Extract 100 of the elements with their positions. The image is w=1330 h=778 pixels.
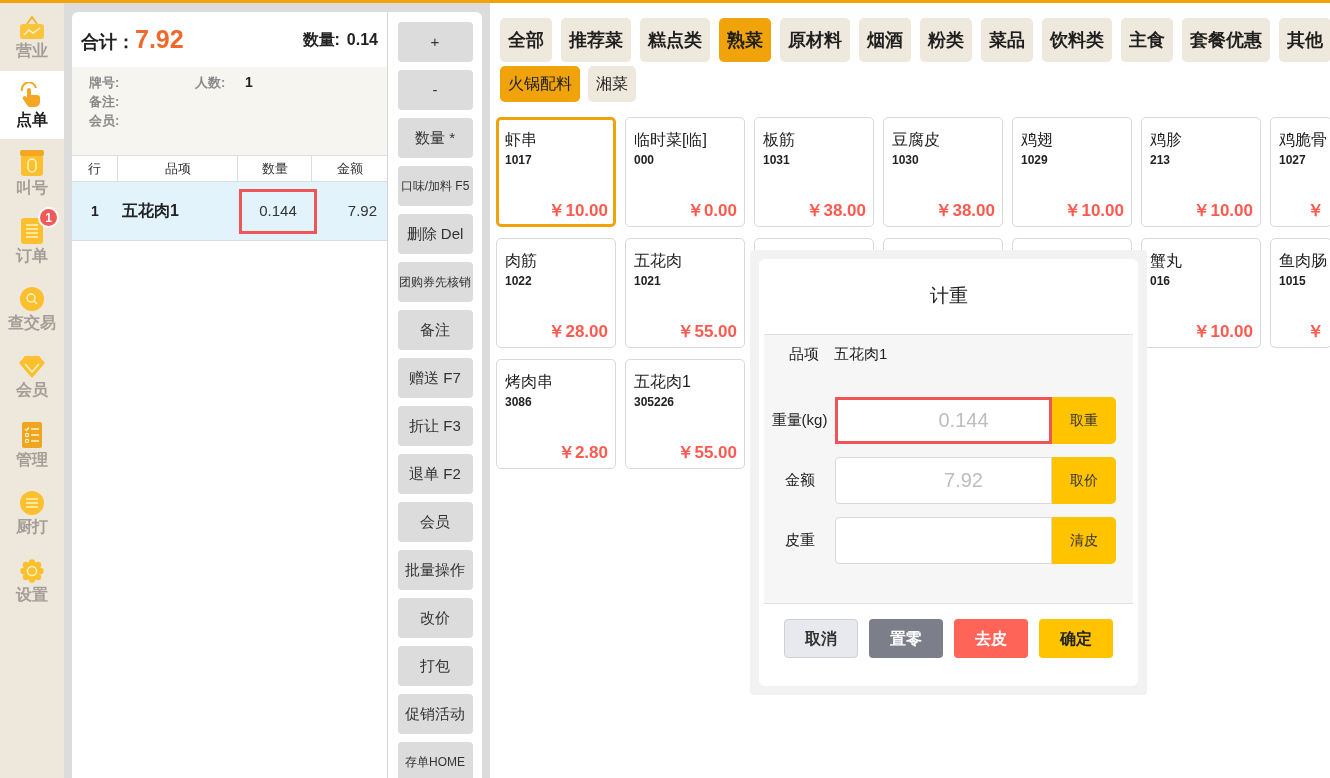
product-card[interactable]: 鱼肉肠 1015 ￥ [1270, 238, 1330, 348]
product-price: ￥ [1307, 321, 1324, 343]
product-price: ￥0.00 [686, 200, 737, 222]
field-action-button[interactable]: 清皮 [1052, 516, 1116, 564]
category-tab[interactable]: 主食 [1121, 18, 1173, 62]
product-code: 3086 [505, 394, 532, 410]
product-price: ￥55.00 [677, 321, 737, 343]
category-tab[interactable]: 其他 [1279, 18, 1330, 62]
product-name: 板筋 [763, 130, 795, 150]
action-button[interactable]: 存单HOME [397, 742, 473, 778]
action-button[interactable]: 改价 [397, 598, 473, 638]
product-code: 305226 [634, 394, 675, 410]
item-name: 五花肉1 [834, 344, 888, 364]
product-name: 烤肉串 [505, 372, 553, 392]
product-code: 1030 [892, 152, 919, 168]
column-header: 品项 [118, 156, 238, 181]
ticket-box-icon [20, 149, 44, 176]
info-value: 1 [245, 73, 253, 92]
info-label: 人数: [195, 74, 227, 92]
product-code: 1021 [634, 273, 661, 289]
product-card[interactable]: 豆腐皮 1030 ￥38.00 [883, 117, 1003, 227]
product-card[interactable]: 鸡翅 1029 ￥10.00 [1012, 117, 1132, 227]
action-button[interactable]: 折让 F3 [397, 406, 473, 446]
category-tab[interactable]: 全部 [500, 18, 552, 62]
category-tab[interactable]: 烟酒 [859, 18, 911, 62]
table-cell-text: 7.92 [346, 200, 378, 221]
field-action-button[interactable]: 取重 [1052, 396, 1116, 444]
product-card[interactable]: 虾串 1017 ￥10.00 [496, 117, 616, 227]
order-row[interactable]: 1 五花肉1 0.144 7.92 [72, 182, 387, 241]
document-icon [21, 217, 43, 244]
product-card[interactable]: 鸡脆骨 1027 ￥ [1270, 117, 1330, 227]
info-label: 牌号: [89, 74, 121, 92]
product-name: 虾串 [505, 130, 537, 150]
product-card[interactable]: 五花肉1 305226 ￥55.00 [625, 359, 745, 469]
action-button[interactable]: 数量 * [397, 118, 473, 158]
field-label: 皮重 [783, 529, 816, 550]
quantity-label: 数量: [302, 29, 340, 50]
action-button[interactable]: 打包 [397, 646, 473, 686]
nav-item[interactable]: 点单 [0, 71, 64, 139]
action-button[interactable]: 赠送 F7 [397, 358, 473, 398]
product-card[interactable]: 临时菜[临] 000 ￥0.00 [625, 117, 745, 227]
product-name: 肉筋 [505, 251, 537, 271]
product-name: 五花肉 [634, 251, 682, 271]
action-button[interactable]: 促销活动 [397, 694, 473, 734]
category-tab[interactable]: 熟菜 [719, 18, 771, 62]
action-button[interactable]: 批量操作 [397, 550, 473, 590]
info-label: 备注: [89, 93, 120, 111]
field-label: 金额 [783, 469, 816, 490]
product-price: ￥38.00 [806, 200, 866, 222]
category-tab[interactable]: 推荐菜 [561, 18, 631, 62]
table-cell-text: 五花肉1 [121, 201, 180, 221]
column-header: 行 [72, 156, 118, 181]
product-card[interactable]: 肉筋 1022 ￥28.00 [496, 238, 616, 348]
action-button[interactable]: 删除 Del [397, 214, 473, 254]
subcategory-tab[interactable]: 火锅配料 [500, 66, 580, 102]
product-card[interactable]: 蟹丸 016 ￥10.00 [1141, 238, 1261, 348]
info-label: 会员: [89, 112, 120, 130]
product-code: 213 [1150, 152, 1171, 168]
field-label: 重量(kg) [770, 409, 829, 430]
column-header: 数量 [238, 156, 312, 181]
reset-zero-button[interactable]: 置零 [869, 619, 943, 658]
category-tab[interactable]: 菜品 [981, 18, 1033, 62]
table-cell: 0.144 [239, 188, 317, 234]
dialog-title: 计重 [929, 284, 968, 309]
action-button[interactable]: 退单 F2 [397, 454, 473, 494]
category-tab[interactable]: 饮料类 [1042, 18, 1112, 62]
item-label: 品项 [789, 344, 819, 364]
product-card[interactable]: 鸡胗 213 ￥10.00 [1141, 117, 1261, 227]
product-price: ￥10.00 [1064, 200, 1124, 222]
input-field[interactable] [835, 516, 1052, 564]
category-tab[interactable]: 粉类 [920, 18, 972, 62]
action-button[interactable]: 备注 [397, 310, 473, 350]
product-card[interactable]: 烤肉串 3086 ￥2.80 [496, 359, 616, 469]
product-code: 1029 [1021, 152, 1048, 168]
product-card[interactable]: 五花肉 1021 ￥55.00 [625, 238, 745, 348]
quantity-total: 0.14 [346, 29, 378, 50]
product-code: 016 [1150, 273, 1171, 289]
category-tab[interactable]: 原材料 [780, 18, 850, 62]
action-button[interactable]: 口味/加料 F5 [397, 166, 473, 206]
category-tab[interactable]: 糕点类 [640, 18, 710, 62]
action-button[interactable]: 团购券先核销 [397, 262, 473, 302]
product-name: 临时菜[临] [634, 130, 707, 150]
confirm-button[interactable]: 确定 [1039, 619, 1113, 658]
action-button[interactable]: + [397, 22, 473, 62]
cancel-button[interactable]: 取消 [784, 619, 858, 658]
product-name: 鱼肉肠 [1279, 251, 1327, 271]
action-button[interactable]: - [397, 70, 473, 110]
product-name: 蟹丸 [1150, 251, 1182, 271]
product-price: ￥10.00 [1193, 321, 1253, 343]
category-tab[interactable]: 套餐优惠 [1182, 18, 1270, 62]
field-action-button[interactable]: 取价 [1052, 456, 1116, 504]
notification-badge: 1 [38, 207, 59, 228]
product-code: 1017 [505, 152, 532, 168]
product-code: 1022 [505, 273, 532, 289]
product-card[interactable]: 板筋 1031 ￥38.00 [754, 117, 874, 227]
subcategory-tab[interactable]: 湘菜 [588, 66, 636, 102]
product-code: 1027 [1279, 152, 1306, 168]
product-name: 鸡脆骨 [1279, 130, 1327, 150]
product-price: ￥55.00 [677, 442, 737, 464]
action-button[interactable]: 会员 [397, 502, 473, 542]
